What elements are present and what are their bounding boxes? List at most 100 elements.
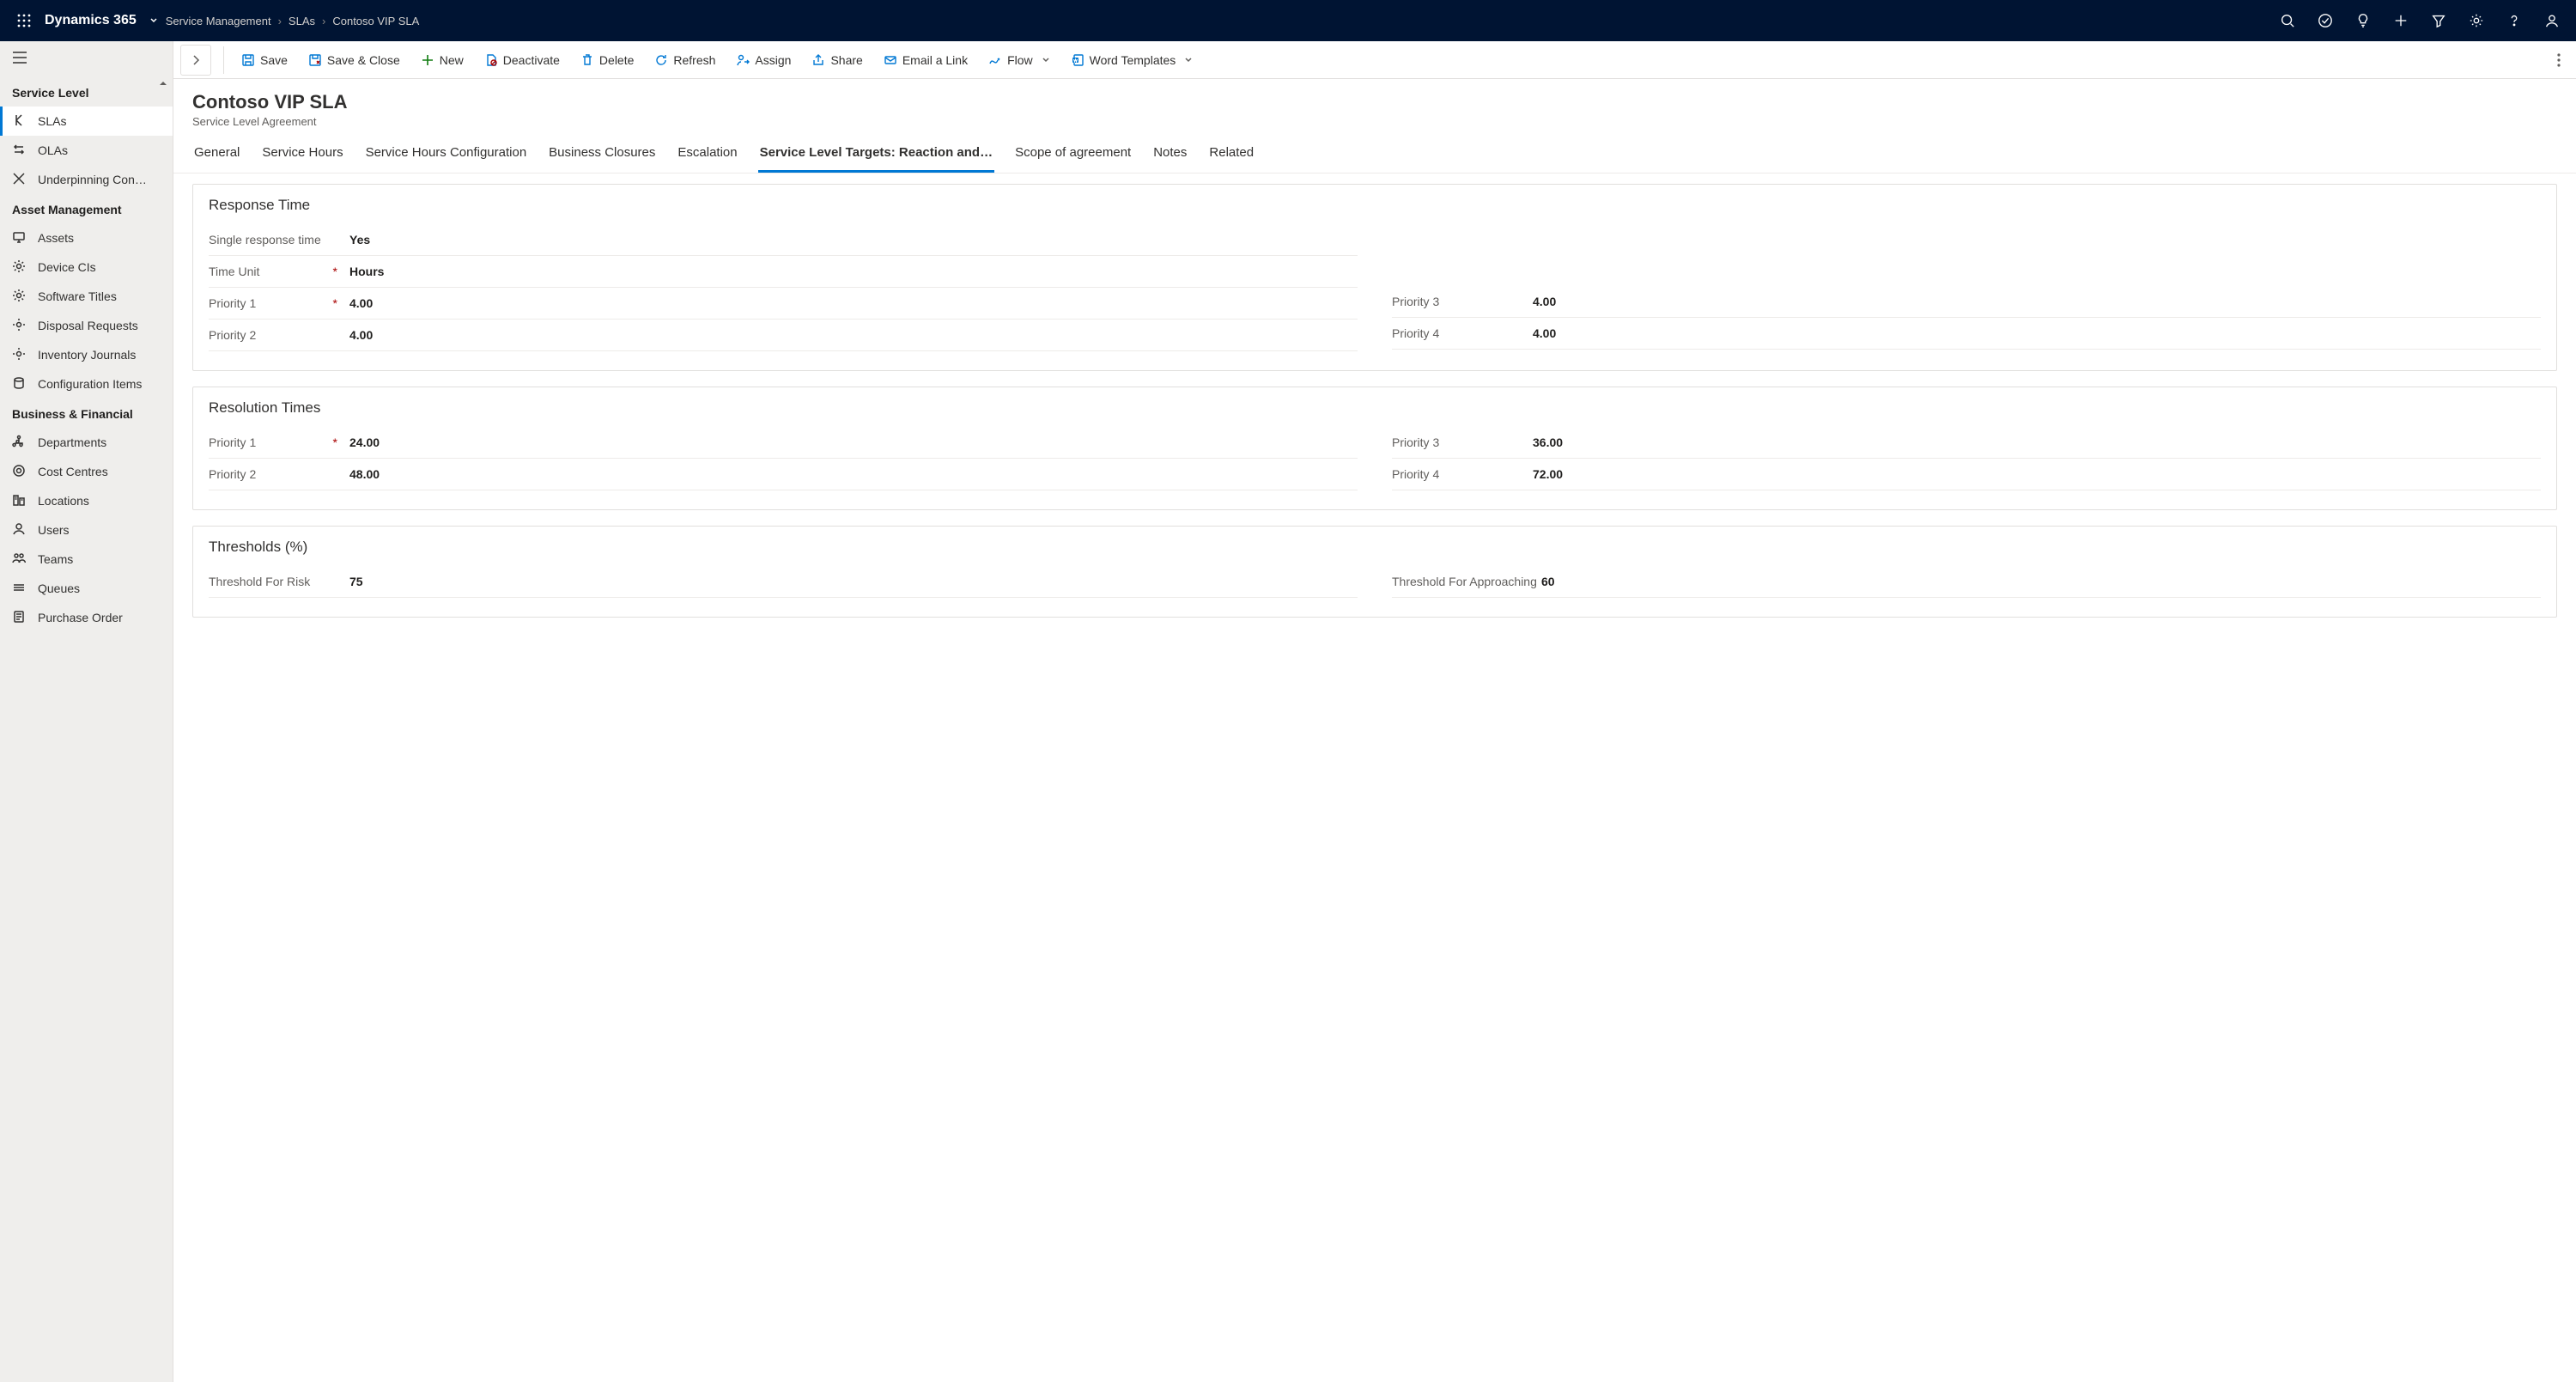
field-res-p1[interactable]: Priority 1* 24.00 — [209, 427, 1358, 459]
sidebar-item-device-cis[interactable]: Device CIs — [0, 253, 173, 282]
tab-scope-of-agreement[interactable]: Scope of agreement — [1013, 137, 1133, 173]
field-label: Threshold For Approaching — [1392, 575, 1537, 588]
word-icon — [1071, 53, 1084, 67]
software-icon — [12, 289, 27, 304]
under-icon — [12, 172, 27, 187]
sidebar-section-title: Service Level — [0, 77, 173, 107]
assign-button[interactable]: Assign — [727, 48, 799, 72]
hamburger-icon[interactable] — [12, 52, 27, 64]
refresh-icon — [654, 53, 668, 67]
task-icon[interactable] — [2308, 0, 2342, 41]
new-button[interactable]: New — [412, 48, 472, 72]
tab-related[interactable]: Related — [1207, 137, 1255, 173]
field-priority1[interactable]: Priority 1* 4.00 — [209, 288, 1358, 320]
tab-escalation[interactable]: Escalation — [676, 137, 738, 173]
help-icon[interactable] — [2497, 0, 2531, 41]
tab-service-level-targets-reaction-and-[interactable]: Service Level Targets: Reaction and… — [758, 137, 995, 173]
add-icon[interactable] — [2384, 0, 2418, 41]
delete-button[interactable]: Delete — [572, 48, 642, 72]
tab-service-hours[interactable]: Service Hours — [260, 137, 344, 173]
breadcrumb-item[interactable]: SLAs — [289, 15, 315, 27]
sidebar: Service Level SLAs OLAs Underpinning Con… — [0, 41, 173, 1382]
sidebar-item-departments[interactable]: Departments — [0, 428, 173, 457]
sidebar-item-configuration-items[interactable]: Configuration Items — [0, 369, 173, 399]
field-priority2[interactable]: Priority 2 4.00 — [209, 320, 1358, 351]
sidebar-item-label: Queues — [38, 581, 80, 595]
sidebar-item-inventory-journals[interactable]: Inventory Journals — [0, 340, 173, 369]
sidebar-item-label: Purchase Order — [38, 611, 123, 624]
back-button[interactable] — [180, 45, 211, 76]
sidebar-item-disposal-requests[interactable]: Disposal Requests — [0, 311, 173, 340]
field-threshold-approaching[interactable]: Threshold For Approaching 60 — [1392, 566, 2541, 598]
field-time-unit[interactable]: Time Unit* Hours — [209, 256, 1358, 288]
save-icon — [241, 53, 255, 67]
persona-icon[interactable] — [2535, 0, 2569, 41]
field-res-p2[interactable]: Priority 2 48.00 — [209, 459, 1358, 490]
thresholds-card: Thresholds (%) Threshold For Risk 75 Thr… — [192, 526, 2557, 618]
tab-service-hours-configuration[interactable]: Service Hours Configuration — [364, 137, 529, 173]
chevron-down-icon — [1042, 56, 1050, 64]
deactivate-button[interactable]: Deactivate — [476, 48, 568, 72]
sidebar-item-label: SLAs — [38, 114, 66, 128]
card-title: Response Time — [209, 197, 2541, 214]
email-a-link-button[interactable]: Email a Link — [875, 48, 976, 72]
cmd-label: Assign — [755, 53, 791, 67]
topbar-icons — [2270, 0, 2569, 41]
app-launcher-icon[interactable] — [7, 14, 41, 27]
save-close-button[interactable]: Save & Close — [300, 48, 409, 72]
word-templates-button[interactable]: Word Templates — [1062, 48, 1202, 72]
sidebar-item-underpinning-con-[interactable]: Underpinning Con… — [0, 165, 173, 194]
field-threshold-risk[interactable]: Threshold For Risk 75 — [209, 566, 1358, 598]
sidebar-item-queues[interactable]: Queues — [0, 574, 173, 603]
main: Save Save & Close New Deactivate Delete … — [173, 41, 2576, 1382]
brand-label[interactable]: Dynamics 365 — [45, 13, 137, 28]
sidebar-item-slas[interactable]: SLAs — [0, 107, 173, 136]
brand-chevron-icon[interactable] — [149, 15, 159, 26]
settings-icon[interactable] — [2459, 0, 2494, 41]
field-label: Priority 2 — [209, 328, 256, 342]
sidebar-item-users[interactable]: Users — [0, 515, 173, 545]
field-label: Priority 2 — [209, 467, 256, 481]
share-button[interactable]: Share — [803, 48, 871, 72]
flow-button[interactable]: Flow — [980, 48, 1059, 72]
field-res-p3[interactable]: Priority 3 36.00 — [1392, 427, 2541, 459]
record-subtitle: Service Level Agreement — [192, 115, 2557, 128]
sidebar-item-cost-centres[interactable]: Cost Centres — [0, 457, 173, 486]
breadcrumb-item[interactable]: Service Management — [166, 15, 271, 27]
sidebar-item-label: Assets — [38, 231, 74, 245]
sidebar-collapse-icon[interactable] — [159, 79, 167, 88]
sidebar-item-label: Cost Centres — [38, 465, 108, 478]
refresh-button[interactable]: Refresh — [646, 48, 724, 72]
save-button[interactable]: Save — [233, 48, 296, 72]
sidebar-item-label: Device CIs — [38, 260, 96, 274]
chevron-down-icon — [1184, 56, 1193, 64]
sidebar-section-title: Business & Financial — [0, 399, 173, 428]
search-icon[interactable] — [2270, 0, 2305, 41]
field-priority3[interactable]: Priority 3 4.00 — [1392, 286, 2541, 318]
sidebar-item-locations[interactable]: Locations — [0, 486, 173, 515]
resolution-times-card: Resolution Times Priority 1* 24.00 Prior… — [192, 387, 2557, 510]
sidebar-item-assets[interactable]: Assets — [0, 223, 173, 253]
tab-general[interactable]: General — [192, 137, 241, 173]
tab-notes[interactable]: Notes — [1151, 137, 1188, 173]
config-icon — [12, 376, 27, 392]
tab-business-closures[interactable]: Business Closures — [547, 137, 657, 173]
breadcrumb-item[interactable]: Contoso VIP SLA — [332, 15, 419, 27]
field-single-response[interactable]: Single response time Yes — [209, 224, 1358, 256]
sidebar-item-olas[interactable]: OLAs — [0, 136, 173, 165]
sidebar-item-purchase-order[interactable]: Purchase Order — [0, 603, 173, 632]
sidebar-item-teams[interactable]: Teams — [0, 545, 173, 574]
cmd-label: Save & Close — [327, 53, 400, 67]
cost-icon — [12, 464, 27, 479]
field-value: 24.00 — [346, 435, 380, 449]
filter-icon[interactable] — [2421, 0, 2456, 41]
record-title: Contoso VIP SLA — [192, 91, 2557, 113]
overflow-button[interactable] — [2549, 48, 2569, 72]
field-res-p4[interactable]: Priority 4 72.00 — [1392, 459, 2541, 490]
loc-icon — [12, 493, 27, 508]
field-priority4[interactable]: Priority 4 4.00 — [1392, 318, 2541, 350]
cmd-label: Word Templates — [1090, 53, 1176, 67]
field-label: Priority 4 — [1392, 326, 1439, 340]
lightbulb-icon[interactable] — [2346, 0, 2380, 41]
sidebar-item-software-titles[interactable]: Software Titles — [0, 282, 173, 311]
